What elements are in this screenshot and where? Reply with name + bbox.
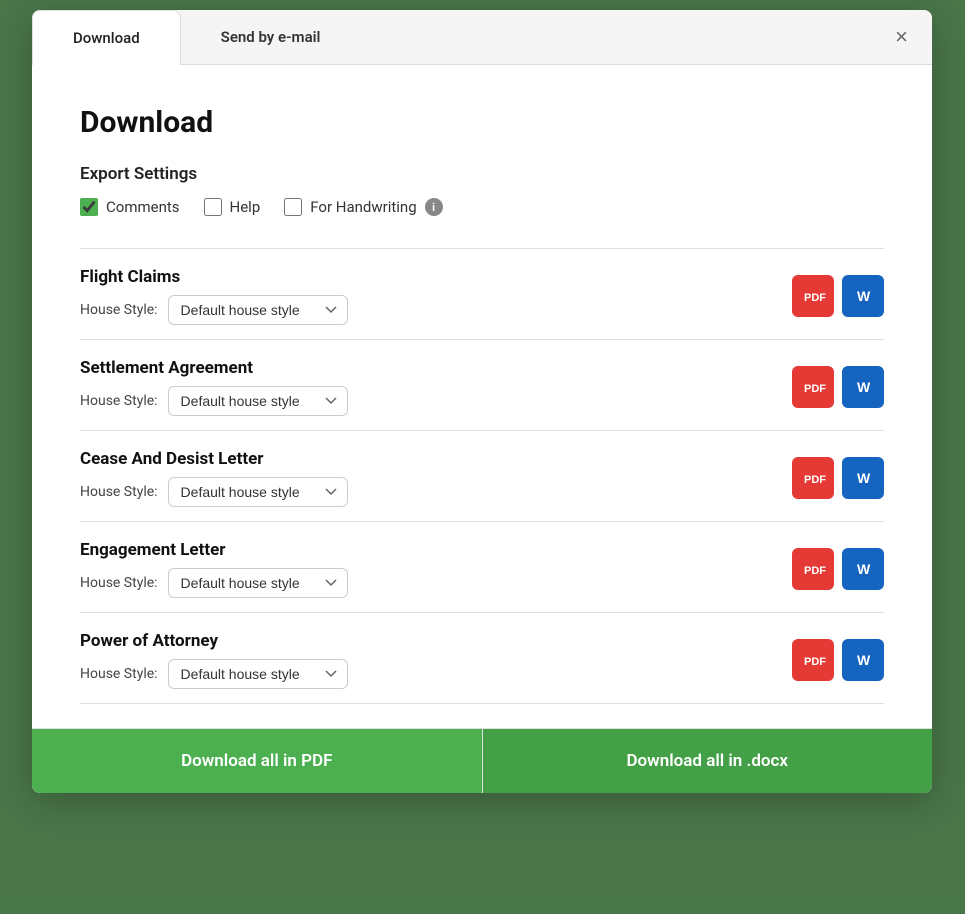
pdf-button-1[interactable]: PDF bbox=[792, 366, 834, 408]
word-button-4[interactable]: W bbox=[842, 639, 884, 681]
doc-left-3: Engagement Letter House Style: Default h… bbox=[80, 540, 348, 598]
house-style-row-3: House Style: Default house style bbox=[80, 568, 348, 598]
word-button-0[interactable]: W bbox=[842, 275, 884, 317]
svg-text:W: W bbox=[857, 652, 871, 668]
doc-left-2: Cease And Desist Letter House Style: Def… bbox=[80, 449, 348, 507]
modal-tabs: Download Send by e-mail × bbox=[32, 10, 932, 65]
close-button[interactable]: × bbox=[887, 22, 916, 52]
doc-actions-0: PDF W bbox=[792, 275, 884, 317]
svg-text:PDF: PDF bbox=[804, 656, 826, 668]
svg-text:PDF: PDF bbox=[804, 383, 826, 395]
house-style-label-0: House Style: bbox=[80, 302, 158, 318]
house-style-row-1: House Style: Default house style bbox=[80, 386, 348, 416]
handwriting-label: For Handwriting bbox=[310, 198, 416, 216]
svg-text:PDF: PDF bbox=[804, 292, 826, 304]
svg-text:PDF: PDF bbox=[804, 565, 826, 577]
word-button-2[interactable]: W bbox=[842, 457, 884, 499]
word-icon: W bbox=[850, 556, 876, 582]
house-style-row-4: House Style: Default house style bbox=[80, 659, 348, 689]
pdf-icon: PDF bbox=[800, 374, 826, 400]
word-button-1[interactable]: W bbox=[842, 366, 884, 408]
pdf-icon: PDF bbox=[800, 465, 826, 491]
word-button-3[interactable]: W bbox=[842, 548, 884, 590]
checkbox-help[interactable]: Help bbox=[204, 198, 261, 216]
house-style-label-1: House Style: bbox=[80, 393, 158, 409]
tab-download[interactable]: Download bbox=[32, 10, 181, 65]
table-row: Engagement Letter House Style: Default h… bbox=[80, 521, 884, 612]
download-all-pdf-button[interactable]: Download all in PDF bbox=[32, 729, 483, 793]
doc-name-1: Settlement Agreement bbox=[80, 358, 348, 378]
house-style-select-3[interactable]: Default house style bbox=[168, 568, 348, 598]
word-icon: W bbox=[850, 465, 876, 491]
house-style-select-0[interactable]: Default house style bbox=[168, 295, 348, 325]
modal-body: Download Export Settings Comments Help F… bbox=[32, 65, 932, 728]
house-style-label-4: House Style: bbox=[80, 666, 158, 682]
comments-label: Comments bbox=[106, 198, 180, 216]
house-style-row-0: House Style: Default house style bbox=[80, 295, 348, 325]
svg-text:W: W bbox=[857, 379, 871, 395]
doc-actions-4: PDF W bbox=[792, 639, 884, 681]
download-modal: Download Send by e-mail × Download Expor… bbox=[32, 10, 932, 793]
modal-title: Download bbox=[80, 105, 884, 140]
comments-checkbox[interactable] bbox=[80, 198, 98, 216]
pdf-button-0[interactable]: PDF bbox=[792, 275, 834, 317]
pdf-icon: PDF bbox=[800, 283, 826, 309]
svg-text:W: W bbox=[857, 288, 871, 304]
house-style-label-2: House Style: bbox=[80, 484, 158, 500]
svg-text:W: W bbox=[857, 561, 871, 577]
modal-footer: Download all in PDF Download all in .doc… bbox=[32, 728, 932, 793]
house-style-select-2[interactable]: Default house style bbox=[168, 477, 348, 507]
pdf-button-3[interactable]: PDF bbox=[792, 548, 834, 590]
doc-name-0: Flight Claims bbox=[80, 267, 348, 287]
handwriting-info-icon[interactable]: i bbox=[425, 198, 443, 216]
table-row: Settlement Agreement House Style: Defaul… bbox=[80, 339, 884, 430]
document-list: Flight Claims House Style: Default house… bbox=[80, 248, 884, 704]
export-settings-heading: Export Settings bbox=[80, 164, 884, 184]
pdf-icon: PDF bbox=[800, 647, 826, 673]
doc-actions-2: PDF W bbox=[792, 457, 884, 499]
tab-send-email[interactable]: Send by e-mail bbox=[181, 10, 361, 64]
pdf-button-4[interactable]: PDF bbox=[792, 639, 834, 681]
download-all-docx-button[interactable]: Download all in .docx bbox=[483, 729, 933, 793]
help-checkbox[interactable] bbox=[204, 198, 222, 216]
doc-name-4: Power of Attorney bbox=[80, 631, 348, 651]
house-style-label-3: House Style: bbox=[80, 575, 158, 591]
doc-left-1: Settlement Agreement House Style: Defaul… bbox=[80, 358, 348, 416]
doc-left-4: Power of Attorney House Style: Default h… bbox=[80, 631, 348, 689]
checkbox-handwriting[interactable]: For Handwriting i bbox=[284, 198, 442, 216]
doc-actions-1: PDF W bbox=[792, 366, 884, 408]
word-icon: W bbox=[850, 283, 876, 309]
table-row: Flight Claims House Style: Default house… bbox=[80, 248, 884, 339]
export-settings-row: Comments Help For Handwriting i bbox=[80, 198, 884, 216]
checkbox-comments[interactable]: Comments bbox=[80, 198, 180, 216]
house-style-select-1[interactable]: Default house style bbox=[168, 386, 348, 416]
word-icon: W bbox=[850, 374, 876, 400]
doc-name-2: Cease And Desist Letter bbox=[80, 449, 348, 469]
house-style-row-2: House Style: Default house style bbox=[80, 477, 348, 507]
doc-actions-3: PDF W bbox=[792, 548, 884, 590]
help-label: Help bbox=[230, 198, 261, 216]
doc-left-0: Flight Claims House Style: Default house… bbox=[80, 267, 348, 325]
pdf-button-2[interactable]: PDF bbox=[792, 457, 834, 499]
svg-text:PDF: PDF bbox=[804, 474, 826, 486]
pdf-icon: PDF bbox=[800, 556, 826, 582]
handwriting-checkbox[interactable] bbox=[284, 198, 302, 216]
doc-name-3: Engagement Letter bbox=[80, 540, 348, 560]
house-style-select-4[interactable]: Default house style bbox=[168, 659, 348, 689]
table-row: Cease And Desist Letter House Style: Def… bbox=[80, 430, 884, 521]
word-icon: W bbox=[850, 647, 876, 673]
table-row: Power of Attorney House Style: Default h… bbox=[80, 612, 884, 704]
svg-text:W: W bbox=[857, 470, 871, 486]
